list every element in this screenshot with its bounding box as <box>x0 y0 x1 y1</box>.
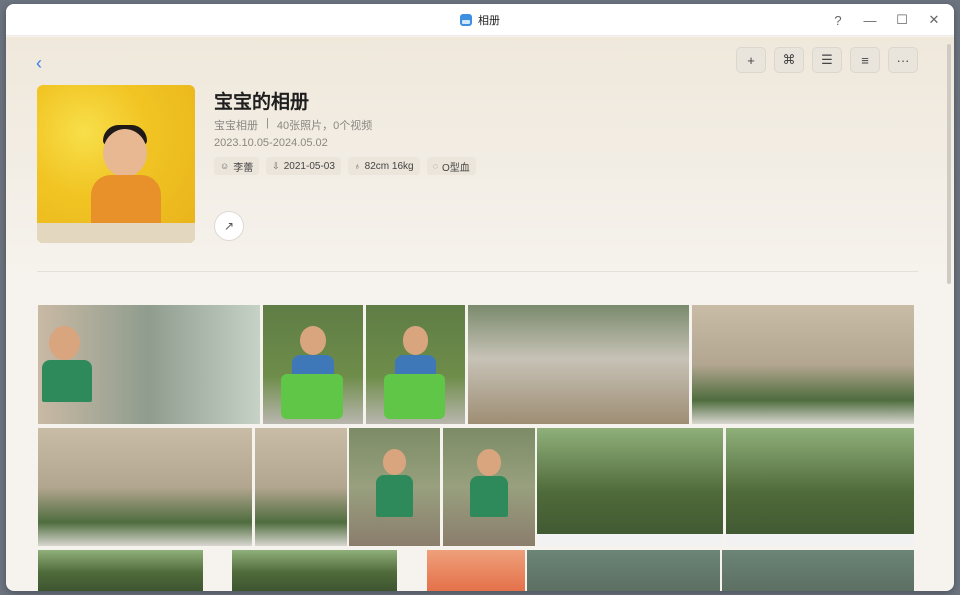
birthday-icon: ⇩ <box>272 160 280 171</box>
photo-figure-body <box>375 475 414 517</box>
album-tags: ☺ 李蕾 ⇩ 2021-05-03 ♁ 82cm 16kg ◌ O型血 <box>214 157 476 175</box>
minimize-icon[interactable]: — <box>860 13 880 28</box>
photo-figure-head <box>477 449 501 476</box>
photo-thumbnail[interactable] <box>255 428 347 546</box>
list-view-button[interactable]: ≡ <box>850 47 880 73</box>
album-title: 宝宝的相册 <box>214 92 310 113</box>
photos-app-icon <box>460 14 472 26</box>
help-icon[interactable]: ? <box>828 13 848 28</box>
title-bar: 相册 ? — ☐ ✕ <box>6 4 954 36</box>
photo-thumbnail[interactable] <box>427 550 525 591</box>
album-type: 宝宝相册 <box>214 120 258 132</box>
album-date-range: 2023.10.05-2024.05.02 <box>214 137 328 149</box>
height-icon: ♁ <box>353 161 361 171</box>
cover-figure-head <box>103 129 147 177</box>
scan-button[interactable]: ⌘ <box>774 47 804 73</box>
more-button[interactable]: ··· <box>888 47 918 73</box>
photo-thumbnail[interactable] <box>38 428 252 546</box>
close-icon[interactable]: ✕ <box>924 12 944 28</box>
header-divider <box>37 271 918 272</box>
photo-grid <box>6 305 954 591</box>
window-title-group: 相册 <box>6 4 954 36</box>
cover-figure-body <box>91 175 161 227</box>
toy-car <box>281 374 343 420</box>
photo-thumbnail[interactable] <box>468 305 689 424</box>
tag-blood-type[interactable]: ◌ O型血 <box>426 157 476 175</box>
photo-figure-head <box>382 449 407 476</box>
album-meta: 宝宝相册 | 40张照片，0个视频 <box>214 117 372 133</box>
album-counts: 40张照片，0个视频 <box>276 120 373 132</box>
photo-figure-head <box>402 326 429 355</box>
photo-thumbnail[interactable] <box>38 305 260 424</box>
person-icon: ☺ <box>220 161 230 171</box>
share-button[interactable]: ↗ <box>214 211 244 241</box>
scrollbar[interactable] <box>947 44 951 284</box>
add-button[interactable]: + <box>736 47 766 73</box>
album-cover-image[interactable] <box>37 85 195 243</box>
tag-label: 2021-05-03 <box>283 160 335 172</box>
album-toolbar: + ⌘ ☰ ≡ ··· <box>736 47 918 73</box>
meta-separator: | <box>266 117 269 129</box>
tag-label: O型血 <box>441 162 470 174</box>
photo-thumbnail[interactable] <box>263 305 363 424</box>
tag-birthday[interactable]: ⇩ 2021-05-03 <box>266 157 341 175</box>
photo-watermark-band <box>726 534 914 546</box>
photo-thumbnail[interactable] <box>366 305 465 424</box>
photo-thumbnail[interactable] <box>726 428 914 546</box>
sort-button[interactable]: ☰ <box>812 47 842 73</box>
share-icon: ↗ <box>223 219 235 233</box>
toy-car <box>383 374 446 420</box>
app-window: 相册 ? — ☐ ✕ ‹ + ⌘ ☰ ≡ ··· 宝宝的相册 宝宝相册 | 40… <box>6 4 954 591</box>
photo-thumbnail[interactable] <box>443 428 535 546</box>
photo-thumbnail[interactable] <box>537 428 723 546</box>
album-header: ‹ + ⌘ ☰ ≡ ··· 宝宝的相册 宝宝相册 | 40张照片，0个视频 20… <box>6 37 954 287</box>
photo-figure-body <box>42 360 92 403</box>
photo-figure-head <box>49 326 81 361</box>
photo-figure-head <box>300 326 326 355</box>
photo-figure-body <box>469 475 509 517</box>
window-controls: ? — ☐ ✕ <box>828 4 944 36</box>
tag-label: 82cm 16kg <box>364 160 414 172</box>
tag-label: 李蕾 <box>233 162 254 174</box>
tag-name[interactable]: ☺ 李蕾 <box>214 157 260 175</box>
maximize-icon[interactable]: ☐ <box>892 12 912 28</box>
back-arrow-icon[interactable]: ‹ <box>36 53 42 74</box>
blood-drop-icon: ◌ <box>432 161 438 171</box>
photo-thumbnail[interactable] <box>527 550 720 591</box>
photo-thumbnail[interactable] <box>38 550 203 591</box>
tag-size[interactable]: ♁ 82cm 16kg <box>347 157 420 175</box>
photo-thumbnail[interactable] <box>692 305 914 424</box>
photo-thumbnail[interactable] <box>349 428 440 546</box>
cover-ledge <box>37 223 195 243</box>
photo-thumbnail[interactable] <box>232 550 397 591</box>
window-title: 相册 <box>478 15 500 27</box>
photo-thumbnail[interactable] <box>722 550 914 591</box>
photo-watermark-band <box>537 534 723 546</box>
